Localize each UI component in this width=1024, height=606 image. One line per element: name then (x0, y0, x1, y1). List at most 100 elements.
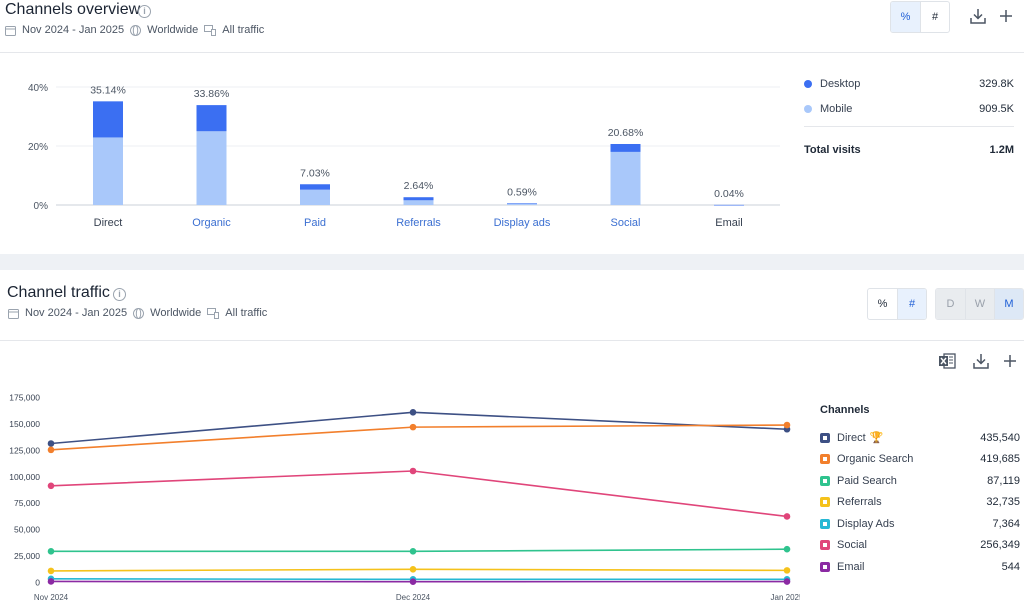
checkbox[interactable] (820, 432, 830, 443)
download-icon[interactable] (972, 352, 990, 370)
checkbox[interactable] (820, 497, 830, 508)
checkbox[interactable] (820, 540, 830, 551)
page-title: Channels overview (5, 1, 141, 18)
legend-item-desktop[interactable]: Desktop 329.8K (804, 71, 1014, 96)
data-point (47, 482, 55, 490)
series-line-paid-search (51, 548, 788, 553)
series-line-social (50, 470, 788, 518)
checkbox[interactable] (820, 561, 830, 572)
category-label[interactable]: Display ads (494, 217, 551, 229)
bar-mobile (300, 189, 330, 205)
data-point (409, 548, 417, 555)
legend-item-referrals[interactable]: Referrals 32,735 (820, 492, 1020, 514)
checkbox[interactable] (820, 518, 830, 529)
data-label: 33.86% (194, 88, 230, 100)
calendar-icon (8, 308, 19, 319)
day-toggle[interactable]: D (936, 289, 965, 319)
legend-title: Channels (820, 404, 870, 416)
legend-label: Desktop (820, 77, 861, 90)
series-line-direct (50, 411, 788, 445)
x-tick-label: Jan 2025 (771, 593, 800, 602)
data-point (47, 548, 55, 555)
legend-item-organic-search[interactable]: Organic Search 419,685 (820, 449, 1020, 471)
data-point (783, 545, 791, 553)
legend-item-email[interactable]: Email 544 (820, 556, 1020, 578)
legend-value: 7,364 (992, 517, 1020, 530)
data-point (47, 440, 55, 447)
x-tick-label: Nov 2024 (34, 593, 69, 602)
category-label[interactable]: Social (611, 217, 641, 229)
globe-icon (130, 24, 142, 36)
y-tick-label: 100,000 (9, 472, 40, 482)
y-tick-label: 40% (28, 83, 48, 94)
legend-item-social[interactable]: Social 256,349 (820, 535, 1020, 557)
legend-label: Mobile (820, 102, 853, 115)
checkbox[interactable] (820, 454, 830, 465)
checkbox[interactable] (820, 475, 830, 486)
channels-legend: Channels Direct 🏆 435,540 Organic Search 419… (820, 404, 1020, 578)
download-icon[interactable] (969, 7, 987, 25)
region[interactable]: Worldwide (150, 307, 201, 319)
month-toggle[interactable]: M (994, 289, 1023, 319)
traffic-filters: Nov 2024 - Jan 2025 Worldwide All traffi… (8, 307, 267, 319)
mobile-dot (804, 104, 812, 113)
bar-desktop (610, 143, 641, 152)
bar-desktop (93, 101, 123, 138)
number-toggle[interactable]: # (920, 2, 949, 32)
data-label: 0.04% (714, 188, 744, 200)
data-point (409, 467, 417, 475)
legend-divider (804, 126, 1014, 127)
trophy-icon: 🏆 (869, 432, 884, 445)
data-point (783, 513, 791, 520)
category-label: Email (715, 217, 743, 229)
traffic-type[interactable]: All traffic (225, 307, 267, 319)
y-tick-label: 50,000 (14, 525, 40, 535)
legend-label: Social (837, 539, 867, 552)
category-label[interactable]: Paid (304, 217, 326, 229)
info-icon[interactable]: i (113, 288, 126, 301)
legend-value: 419,685 (980, 453, 1020, 466)
legend-item-display-ads[interactable]: Display Ads 7,364 (820, 513, 1020, 535)
legend-value: 87,119 (987, 474, 1020, 487)
traffic-type[interactable]: All traffic (222, 24, 264, 36)
number-toggle[interactable]: # (897, 289, 926, 319)
info-icon[interactable]: i (138, 5, 151, 18)
category-label[interactable]: Referrals (396, 217, 441, 229)
data-point (47, 578, 55, 585)
data-point (409, 566, 417, 573)
bar-mobile (403, 200, 434, 205)
add-icon[interactable] (1001, 352, 1019, 370)
bar-desktop (714, 204, 744, 206)
legend-item-paid-search[interactable]: Paid Search 87,119 (820, 470, 1020, 492)
legend-item-direct[interactable]: Direct 🏆 435,540 (820, 427, 1020, 449)
percent-toggle[interactable]: % (891, 2, 920, 32)
data-point (47, 567, 55, 575)
legend-label: Display Ads (837, 517, 895, 530)
series-line-display-ads (50, 578, 787, 581)
bar-mobile (507, 203, 537, 205)
date-range[interactable]: Nov 2024 - Jan 2025 (25, 307, 127, 319)
data-point (409, 409, 417, 416)
desktop-dot (804, 79, 812, 88)
data-label: 7.03% (300, 167, 330, 179)
date-range[interactable]: Nov 2024 - Jan 2025 (22, 24, 124, 36)
bar-desktop (196, 105, 227, 132)
divider (0, 340, 1024, 341)
bar-desktop (403, 197, 434, 201)
overview-unit-toggle: % # (890, 1, 950, 33)
add-icon[interactable] (997, 7, 1015, 25)
excel-icon[interactable] (938, 352, 956, 370)
overview-filters: Nov 2024 - Jan 2025 Worldwide All traffi… (5, 24, 264, 36)
legend-value: 32,735 (986, 496, 1020, 509)
total-value: 1.2M (989, 143, 1014, 156)
bar-desktop (507, 203, 537, 204)
region[interactable]: Worldwide (147, 24, 198, 36)
legend-item-mobile[interactable]: Mobile 909.5K (804, 96, 1014, 121)
series-line-referrals (50, 568, 788, 572)
data-label: 2.64% (404, 180, 434, 192)
legend-label: Email (837, 560, 865, 573)
percent-toggle[interactable]: % (868, 289, 897, 319)
legend-value: 435,540 (980, 431, 1020, 444)
week-toggle[interactable]: W (965, 289, 994, 319)
category-label[interactable]: Organic (192, 217, 231, 229)
